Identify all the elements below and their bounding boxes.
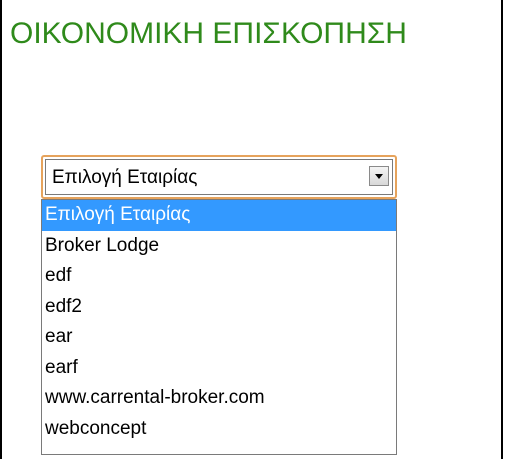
dropdown-option-edf[interactable]: edf [42, 261, 396, 292]
dropdown-option-carrental-broker[interactable]: www.carrental-broker.com [42, 383, 396, 414]
chevron-down-icon [375, 174, 383, 179]
company-select-value: Επιλογή Εταιρίας [52, 167, 198, 188]
dropdown-option-broker-lodge[interactable]: Broker Lodge [42, 231, 396, 262]
dropdown-option-ear[interactable]: ear [42, 322, 396, 353]
dropdown-option-select-company[interactable]: Επιλογή Εταιρίας [42, 200, 396, 231]
company-select-field[interactable]: Επιλογή Εταιρίας [45, 159, 393, 195]
company-select[interactable]: Επιλογή Εταιρίας [41, 155, 397, 199]
dropdown-option-webconcept[interactable]: webconcept [42, 414, 396, 445]
company-dropdown-list: Επιλογή Εταιρίας Broker Lodge edf edf2 e… [41, 199, 397, 455]
dropdown-arrow-button[interactable] [369, 166, 389, 186]
dropdown-option-edf2[interactable]: edf2 [42, 292, 396, 323]
dropdown-option-earf[interactable]: earf [42, 353, 396, 384]
page-title: ΟΙΚΟΝΟΜΙΚΗ ΕΠΙΣΚΟΠΗΣΗ [10, 17, 407, 50]
